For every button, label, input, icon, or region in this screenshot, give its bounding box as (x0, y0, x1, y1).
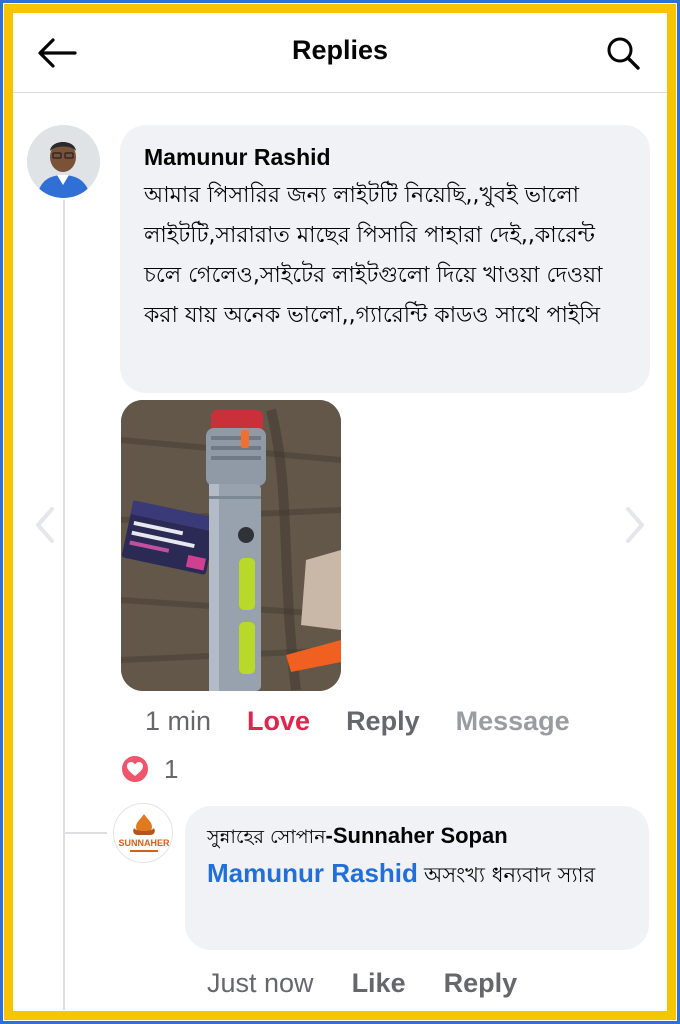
reply-text: Mamunur Rashid অসংখ্য ধন্যবাদ স্যার (207, 854, 629, 894)
like-button[interactable]: Like (352, 968, 406, 999)
reaction-count: 1 (164, 753, 179, 784)
comment-photo[interactable] (121, 400, 341, 691)
profile-photo-icon (27, 125, 100, 198)
reply-connector-line (63, 832, 107, 834)
search-icon (607, 37, 640, 70)
search-button[interactable] (601, 31, 645, 75)
comment-time: 1 min (145, 705, 212, 736)
reply-time: Just now (207, 967, 314, 998)
header-bar: Replies (13, 13, 667, 93)
reply-author-bn: সুন্নাহের সোপান (207, 826, 326, 848)
love-button[interactable]: Love (247, 706, 310, 737)
reaction-summary[interactable]: 1 (120, 753, 178, 785)
reply-button[interactable]: Reply (346, 706, 420, 737)
heart-icon (120, 754, 150, 784)
reply-reply-button[interactable]: Reply (444, 968, 518, 999)
page-title: Replies (291, 35, 389, 65)
comment-bubble[interactable]: Mamunur Rashid আমার পিসারির জন্য লাইটটি … (120, 125, 650, 393)
comment-text: আমার পিসারির জন্য লাইটটি নিয়েছি,,খুবই ভ… (144, 183, 603, 328)
reply-author-en: -Sunnaher Sopan (325, 823, 508, 848)
comment-author[interactable]: Mamunur Rashid (144, 142, 628, 172)
thread-line (63, 200, 65, 1010)
page-avatar[interactable]: SUNNAHER (113, 803, 173, 863)
svg-text:SUNNAHER: SUNNAHER (118, 838, 170, 848)
flashlight-photo-image (121, 400, 341, 691)
message-button[interactable]: Message (456, 706, 570, 737)
sunnaher-logo: SUNNAHER (114, 804, 172, 862)
reply-author[interactable]: সুন্নাহের সোপান-Sunnaher Sopan (207, 821, 629, 852)
reply-message: অসংখ্য ধন্যবাদ স্যার (424, 863, 596, 887)
comment-actions: 1 min Love Reply Message (145, 704, 606, 738)
chevron-right-icon[interactable] (622, 505, 648, 545)
mention-link[interactable]: Mamunur Rashid (207, 858, 418, 888)
reply-bubble[interactable]: সুন্নাহের সোপান-Sunnaher Sopan Mamunur R… (185, 806, 649, 950)
chevron-left-icon[interactable] (32, 505, 58, 545)
reply-actions: Just now Like Reply (207, 966, 555, 1000)
avatar[interactable] (27, 125, 100, 198)
